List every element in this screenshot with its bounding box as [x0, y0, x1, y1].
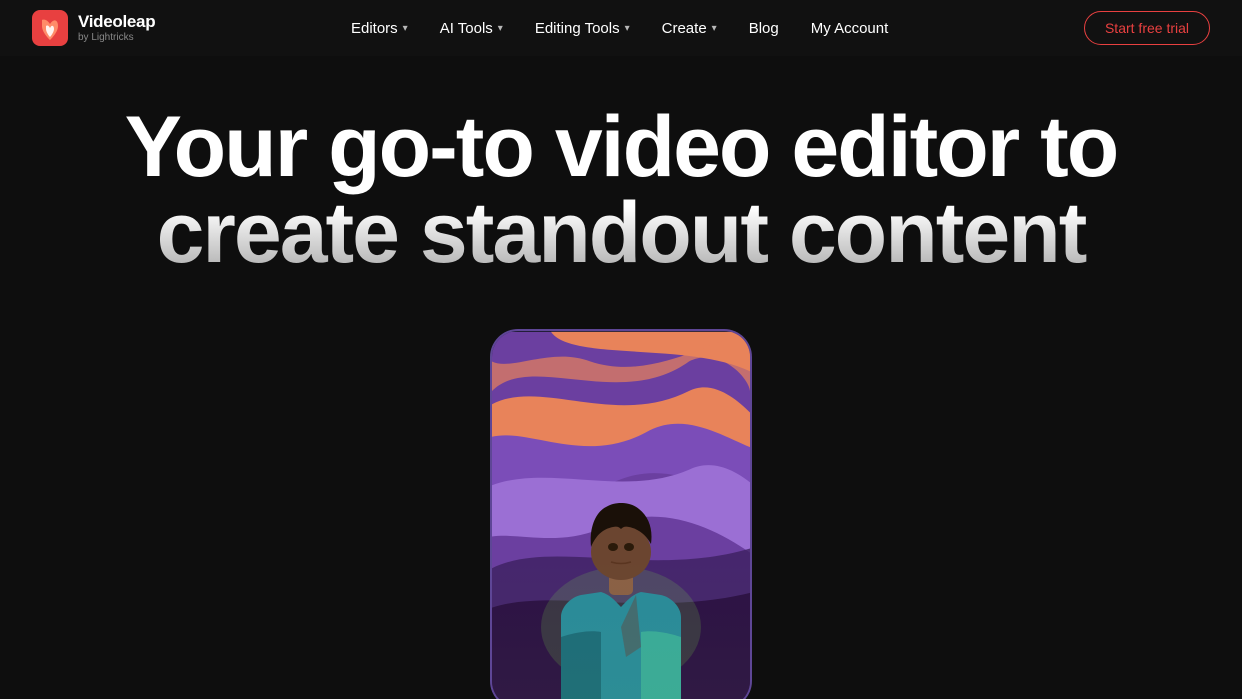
logo-name: Videoleap [78, 13, 155, 32]
nav-editing-tools[interactable]: Editing Tools ▾ [535, 20, 630, 37]
video-preview-card [490, 329, 752, 699]
nav-blog[interactable]: Blog [749, 20, 779, 37]
nav-links: Editors ▾ AI Tools ▾ Editing Tools ▾ Cre… [351, 20, 888, 37]
nav-editing-tools-label: Editing Tools [535, 20, 620, 37]
nav-create-label: Create [662, 20, 707, 37]
nav-editing-tools-chevron: ▾ [625, 23, 630, 34]
hero-headline: Your go-to video editor to create stando… [125, 104, 1118, 276]
nav-my-account[interactable]: My Account [811, 20, 889, 37]
nav-ai-tools[interactable]: AI Tools ▾ [440, 20, 503, 37]
start-trial-button[interactable]: Start free trial [1084, 11, 1210, 45]
phone-card-wrapper [490, 329, 752, 699]
logo-text-block: Videoleap by Lightricks [78, 13, 155, 43]
nav-my-account-label: My Account [811, 20, 889, 37]
nav-editors[interactable]: Editors ▾ [351, 20, 408, 37]
nav-ai-tools-label: AI Tools [440, 20, 493, 37]
nav-editors-label: Editors [351, 20, 398, 37]
nav-create-chevron: ▾ [712, 23, 717, 34]
nav-create[interactable]: Create ▾ [662, 20, 717, 37]
navbar: Videoleap by Lightricks Editors ▾ AI Too… [0, 0, 1242, 56]
person-figure [521, 447, 721, 699]
hero-section: Your go-to video editor to create stando… [0, 56, 1242, 699]
hero-title: Your go-to video editor to create stando… [125, 104, 1118, 276]
nav-editors-chevron: ▾ [403, 23, 408, 34]
nav-blog-label: Blog [749, 20, 779, 37]
videoleap-logo-icon [32, 10, 68, 46]
logo-subtitle: by Lightricks [78, 32, 155, 43]
hero-title-line1: Your go-to video editor to [125, 99, 1118, 195]
hero-title-line2: create standout content [157, 185, 1086, 281]
logo-area: Videoleap by Lightricks [32, 10, 155, 46]
nav-ai-tools-chevron: ▾ [498, 23, 503, 34]
